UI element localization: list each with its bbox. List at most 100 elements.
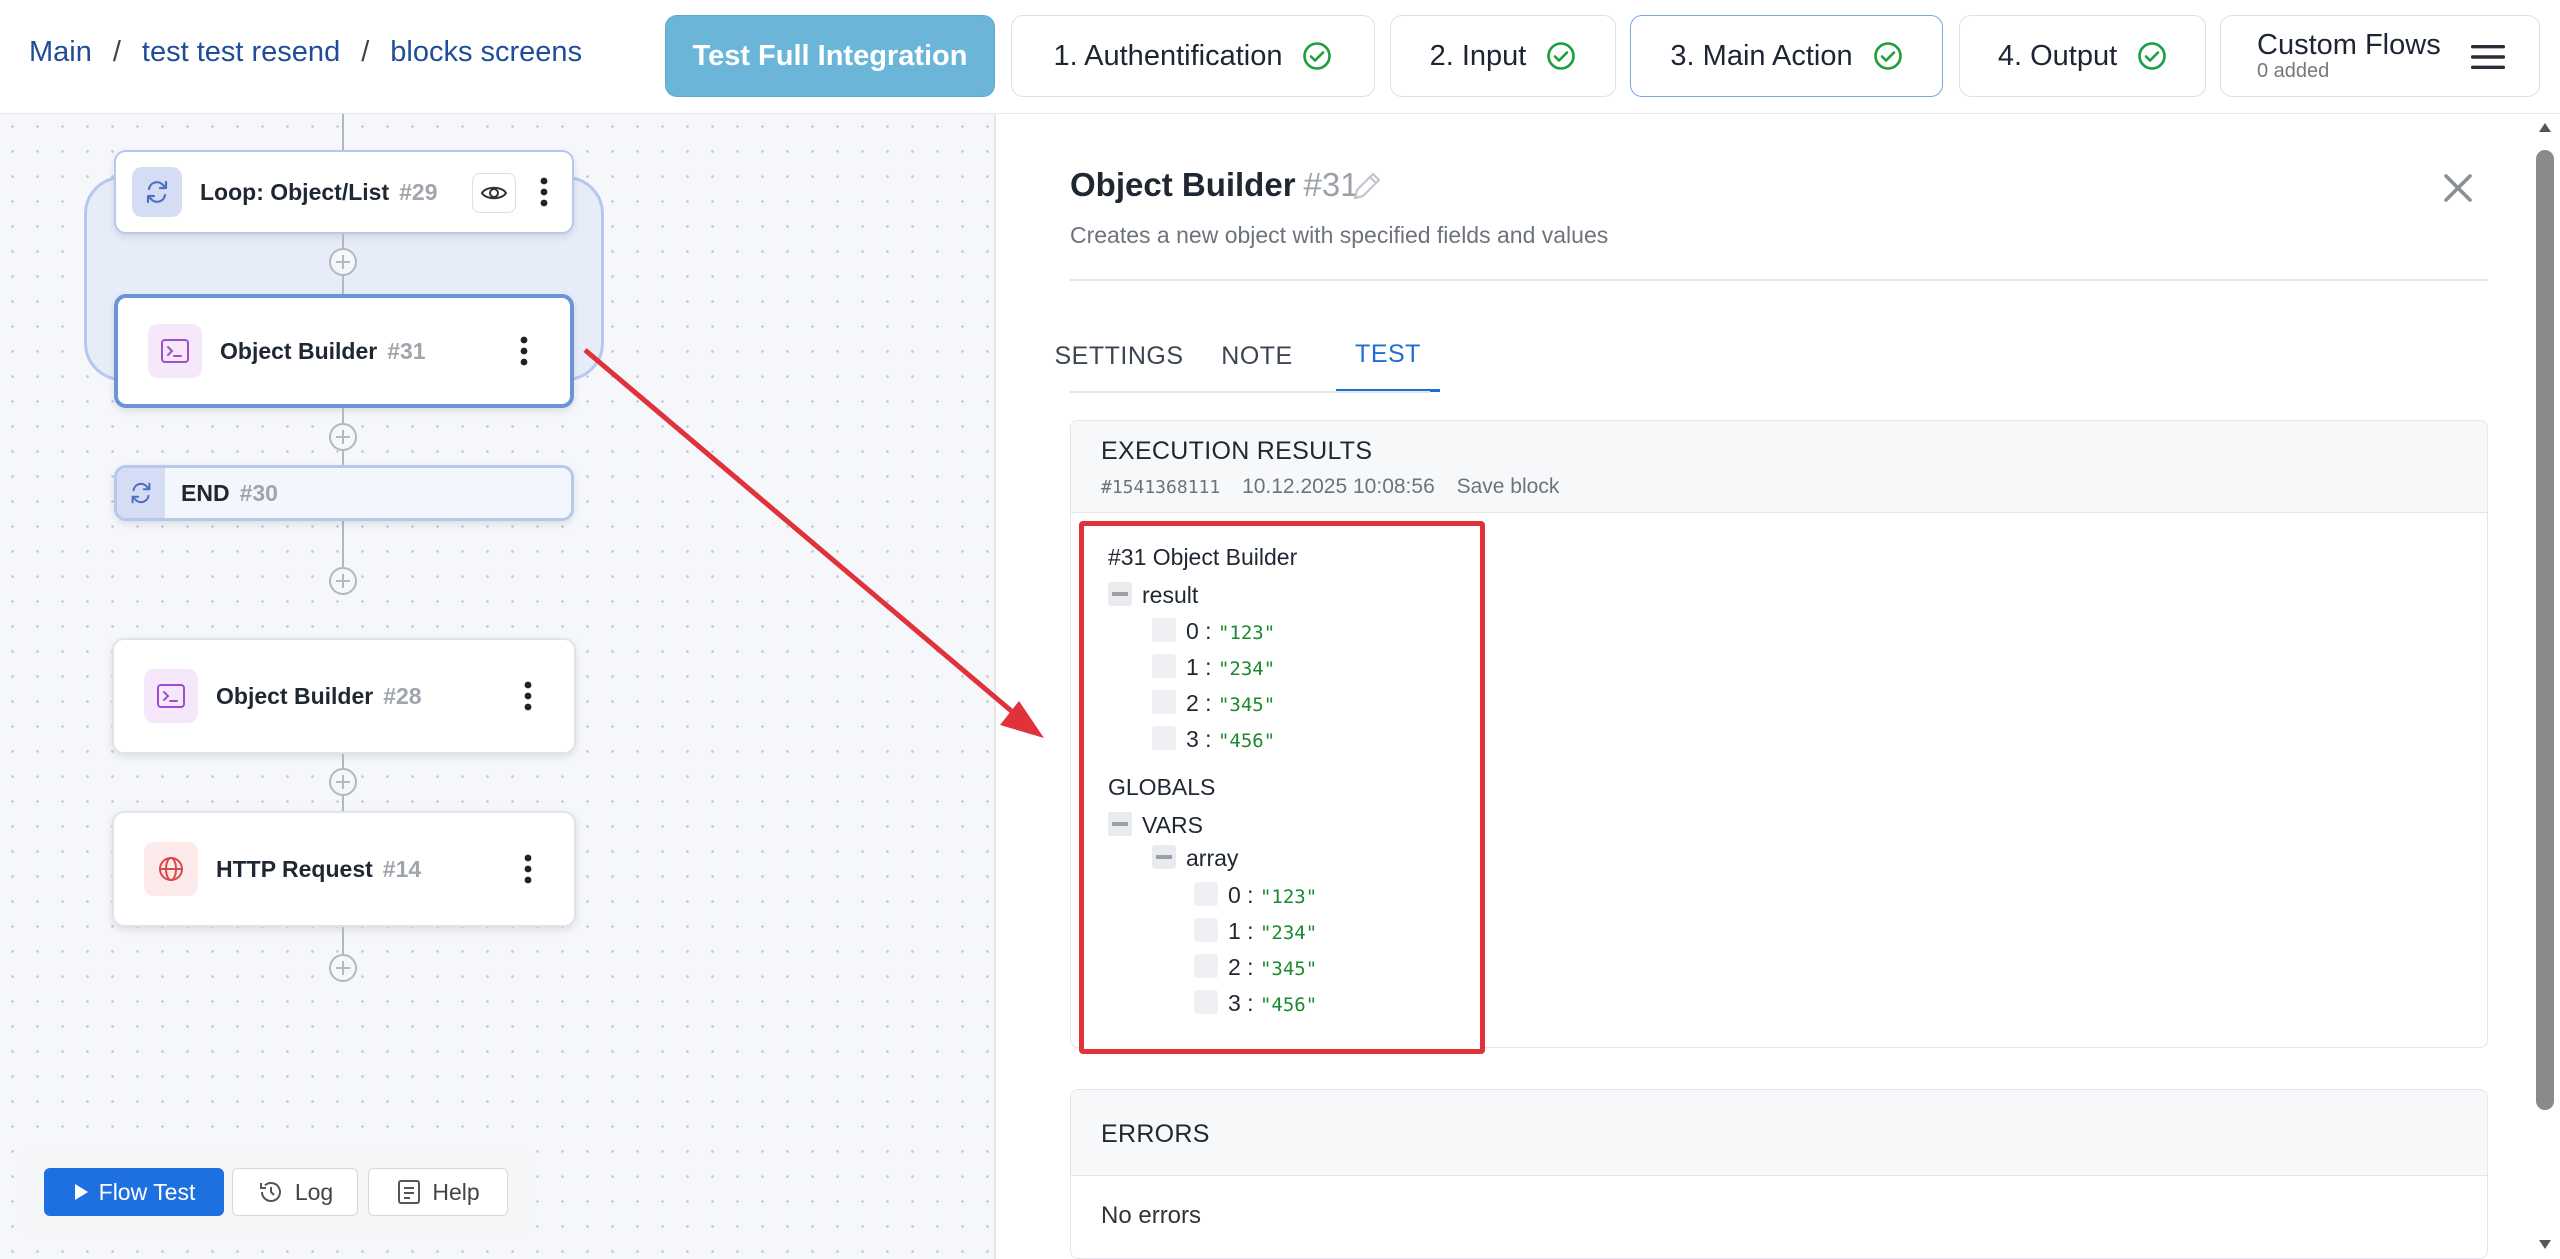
execution-datetime: 10.12.2025 10:08:56: [1242, 475, 1435, 498]
execution-id: #1541368111: [1101, 477, 1221, 498]
tab-authentification-label: 1. Authentification: [1053, 39, 1283, 72]
node-number: #30: [239, 479, 278, 506]
tree-header: #31 Object Builder: [1108, 544, 1298, 570]
divider: [1070, 279, 2488, 281]
breadcrumb-main[interactable]: Main: [29, 36, 92, 68]
tree-leaf-marker: [1152, 654, 1176, 678]
kebab-menu-icon[interactable]: [520, 336, 528, 366]
divider: [1070, 391, 1430, 393]
tab-authentification[interactable]: 1. Authentification: [1011, 15, 1375, 97]
breadcrumb-separator: /: [112, 36, 121, 68]
tab-output[interactable]: 4. Output: [1959, 15, 2206, 97]
panel-tabs: SETTINGS NOTE TEST: [1055, 320, 2488, 392]
test-full-integration-button[interactable]: Test Full Integration: [665, 15, 995, 97]
collapse-toggle[interactable]: [1108, 812, 1132, 836]
tree-leaf: 2 : "345": [1186, 690, 1276, 716]
tab-settings[interactable]: SETTINGS: [1055, 320, 1184, 392]
tree-leaf-marker: [1194, 990, 1218, 1014]
node-label: END: [181, 479, 230, 506]
tree-leaf: 0 : "123": [1186, 618, 1276, 644]
tree-leaf: 3 : "456": [1186, 726, 1276, 752]
node-number: #31: [387, 337, 426, 364]
scroll-up-arrow-icon[interactable]: [2538, 120, 2552, 134]
execution-meta: #1541368111 10.12.2025 10:08:56 Save blo…: [1101, 475, 1575, 499]
tab-output-label: 4. Output: [1997, 39, 2118, 72]
panel-title: Object Builder #31: [1070, 166, 1359, 204]
tree-leaf: 1 : "234": [1228, 918, 1318, 944]
flow-canvas[interactable]: Loop: Object/List #29 Object Builder #31…: [0, 114, 996, 1259]
save-block-link[interactable]: Save block: [1457, 475, 1560, 498]
result-tree-highlight: #31 Object Builder result 0 : "123" 1 : …: [1079, 521, 1485, 1054]
node-object-builder-selected[interactable]: Object Builder #31: [114, 294, 574, 408]
breadcrumb: Main / test test resend / blocks screens: [29, 36, 582, 69]
kebab-menu-icon[interactable]: [524, 854, 532, 884]
panel-title-text: Object Builder: [1070, 166, 1296, 203]
scrollbar-thumb[interactable]: [2536, 150, 2554, 1110]
add-block-plus-icon[interactable]: [327, 952, 359, 984]
node-number: #29: [399, 178, 438, 205]
check-circle-icon: [1303, 42, 1332, 70]
eye-icon[interactable]: [472, 173, 516, 213]
close-icon[interactable]: [2440, 170, 2476, 206]
node-object-builder[interactable]: Object Builder #28: [112, 638, 576, 754]
tab-input[interactable]: 2. Input: [1390, 15, 1616, 97]
add-block-plus-icon[interactable]: [327, 246, 359, 278]
tab-main-action-label: 3. Main Action: [1670, 39, 1853, 72]
block-details-panel: Object Builder #31 Creates a new object w…: [998, 114, 2560, 1259]
tree-leaf-marker: [1194, 954, 1218, 978]
edit-pencil-icon[interactable]: [1348, 169, 1384, 205]
tree-leaf: 1 : "234": [1186, 654, 1276, 680]
errors-title: ERRORS: [1101, 1120, 1210, 1148]
help-button[interactable]: Help: [368, 1168, 508, 1216]
tree-leaf-marker: [1152, 690, 1176, 714]
tree-leaf-marker: [1152, 726, 1176, 750]
custom-flows-count: 0 added: [2257, 60, 2330, 82]
help-document-icon: [398, 1180, 421, 1204]
node-loop-end[interactable]: END #30: [114, 465, 574, 521]
breadcrumb-flow[interactable]: test test resend: [142, 36, 340, 68]
log-button[interactable]: Log: [232, 1168, 358, 1216]
terminal-icon: [148, 324, 202, 378]
add-block-plus-icon[interactable]: [327, 421, 359, 453]
tree-key-array: array: [1186, 845, 1239, 871]
node-label: Loop: Object/List: [200, 178, 390, 205]
add-block-plus-icon[interactable]: [327, 565, 359, 597]
scroll-down-arrow-icon[interactable]: [2538, 1238, 2552, 1252]
flow-test-label: Flow Test: [98, 1178, 196, 1205]
tree-leaf: 3 : "456": [1228, 990, 1318, 1016]
collapse-toggle[interactable]: [1152, 845, 1176, 869]
help-label: Help: [432, 1178, 480, 1205]
check-circle-icon: [2138, 42, 2166, 70]
loop-icon: [117, 468, 165, 518]
execution-results-header: EXECUTION RESULTS #1541368111 10.12.2025…: [1071, 421, 2487, 513]
node-number: #28: [383, 682, 422, 709]
collapse-toggle[interactable]: [1108, 582, 1132, 606]
add-block-plus-icon[interactable]: [327, 766, 359, 798]
node-label: HTTP Request: [216, 855, 373, 882]
panel-description: Creates a new object with specified fiel…: [1070, 222, 1609, 248]
errors-card: ERRORS No errors: [1070, 1089, 2488, 1259]
globe-icon: [144, 842, 198, 896]
connector-line: [342, 114, 344, 150]
tree-leaf: 0 : "123": [1228, 882, 1318, 908]
execution-results-title: EXECUTION RESULTS: [1101, 437, 1373, 465]
node-label: Object Builder: [220, 337, 378, 364]
breadcrumb-screen[interactable]: blocks screens: [390, 36, 582, 68]
check-circle-icon: [1547, 42, 1576, 70]
tab-custom-flows[interactable]: Custom Flows 0 added: [2220, 15, 2540, 97]
tab-input-label: 2. Input: [1429, 39, 1527, 72]
node-http-request[interactable]: HTTP Request #14: [112, 811, 576, 927]
tree-key-result: result: [1142, 582, 1199, 608]
tab-main-action[interactable]: 3. Main Action: [1630, 15, 1943, 97]
top-bar: Main / test test resend / blocks screens Tes…: [0, 0, 2560, 114]
execution-results-card: EXECUTION RESULTS #1541368111 10.12.2025…: [1070, 420, 2488, 1054]
tab-note[interactable]: NOTE: [1221, 320, 1292, 392]
node-loop[interactable]: Loop: Object/List #29: [114, 150, 574, 234]
hamburger-menu-icon[interactable]: [2471, 43, 2505, 71]
custom-flows-label: Custom Flows: [2257, 29, 2441, 61]
terminal-icon: [144, 669, 198, 723]
kebab-menu-icon[interactable]: [540, 177, 548, 207]
tab-test[interactable]: TEST: [1336, 320, 1440, 392]
flow-test-button[interactable]: Flow Test: [44, 1168, 224, 1216]
kebab-menu-icon[interactable]: [524, 681, 532, 711]
